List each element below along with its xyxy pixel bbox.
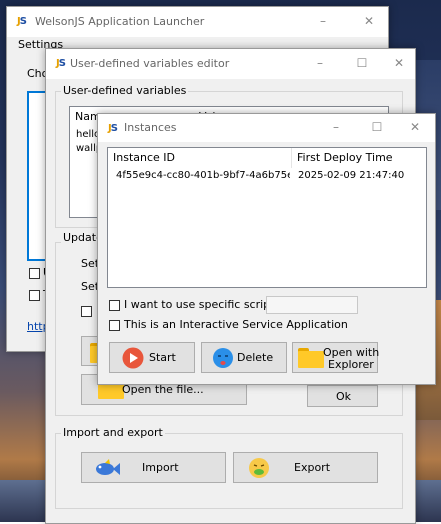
welsonjs-logo-icon: JS [108, 123, 118, 134]
import-button[interactable]: Import [81, 452, 226, 483]
launcher-checkbox-1[interactable] [29, 268, 40, 279]
export-label: Export [294, 461, 331, 474]
minimize-icon[interactable]: – [315, 13, 331, 29]
instances-window: JS Instances – ☐ ✕ Instance ID First Dep… [97, 113, 436, 385]
specific-script-input[interactable] [266, 296, 358, 314]
deploy-time-cell[interactable]: 2025-02-09 21:47:40 [298, 170, 404, 181]
launcher-titlebar[interactable]: JS WelsonJS Application Launcher – ✕ [7, 7, 388, 37]
play-icon [122, 347, 144, 369]
ok-label: Ok [336, 390, 352, 403]
interactive-service-label: This is an Interactive Service Applicati… [124, 318, 348, 331]
maximize-icon[interactable]: ☐ [369, 119, 385, 135]
start-button[interactable]: Start [109, 342, 195, 373]
open-with-explorer-button[interactable]: Open with Explorer [292, 342, 379, 373]
delete-face-icon [213, 348, 233, 368]
instances-list[interactable]: Instance ID First Deploy Time 4f55e9c4-c… [107, 147, 427, 288]
variables-group-label: User-defined variables [61, 84, 189, 97]
instance-id-cell[interactable]: 4f55e9c4-cc80-401b-9bf7-4a6b75e7... [116, 170, 290, 181]
import-label: Import [142, 461, 179, 474]
interactive-service-checkbox[interactable] [109, 320, 120, 331]
specific-script-label: I want to use specific script [124, 298, 275, 311]
close-icon[interactable]: ✕ [391, 55, 407, 71]
launcher-checkbox-2[interactable] [29, 290, 40, 301]
specific-script-checkbox[interactable] [109, 300, 120, 311]
column-header-instance-id[interactable]: Instance ID [108, 148, 292, 168]
delete-button[interactable]: Delete [201, 342, 287, 373]
close-icon[interactable]: ✕ [361, 13, 377, 29]
editor-checkbox-d[interactable] [81, 306, 92, 317]
folder-icon [298, 348, 324, 368]
close-icon[interactable]: ✕ [407, 119, 423, 135]
sick-face-icon [249, 458, 269, 478]
minimize-icon[interactable]: – [312, 55, 328, 71]
fish-icon [96, 459, 120, 475]
maximize-icon[interactable]: ☐ [354, 55, 370, 71]
editor-titlebar[interactable]: JS User-defined variables editor – ☐ ✕ [46, 49, 415, 79]
export-button[interactable]: Export [233, 452, 378, 483]
minimize-icon[interactable]: – [328, 119, 344, 135]
delete-label: Delete [237, 351, 274, 364]
instances-titlebar[interactable]: JS Instances – ☐ ✕ [98, 114, 435, 142]
ok-button[interactable]: Ok [307, 385, 378, 407]
import-export-group-label: Import and export [61, 426, 165, 439]
welsonjs-logo-icon: JS [17, 16, 27, 27]
launcher-title: WelsonJS Application Launcher [35, 15, 205, 28]
explorer-label: Explorer [328, 358, 374, 371]
column-header-first-deploy-time[interactable]: First Deploy Time [292, 148, 426, 168]
editor-title: User-defined variables editor [70, 57, 230, 70]
start-label: Start [149, 351, 176, 364]
instances-title: Instances [124, 121, 177, 134]
